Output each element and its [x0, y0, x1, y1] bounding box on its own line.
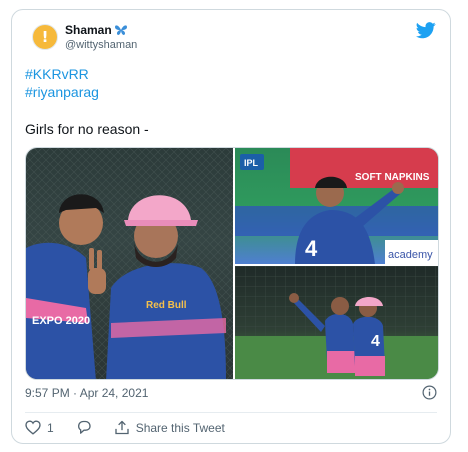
butterfly-icon: [114, 25, 127, 35]
photo-1-scene: EXPO 2020 Red Bull: [26, 148, 233, 379]
info-icon[interactable]: [422, 385, 437, 400]
avatar-glyph: !: [41, 28, 49, 46]
hashtag-link[interactable]: #KKRvRR: [25, 66, 89, 82]
photo-2-ipl-text: IPL: [244, 158, 259, 168]
photo-2[interactable]: SOFT NAPKINS IPL academy 4: [235, 148, 438, 264]
like-icon: [25, 420, 41, 435]
like-count: 1: [47, 420, 54, 435]
twitter-bird-icon[interactable]: [416, 22, 436, 39]
photo-1[interactable]: EXPO 2020 Red Bull: [26, 148, 233, 379]
media-grid: EXPO 2020 Red Bull SOFT NAPKINS IPL acad…: [25, 147, 439, 380]
share-label: Share this Tweet: [135, 420, 225, 435]
hashtag-link[interactable]: #riyanparag: [25, 84, 99, 100]
photo-2-jersey-number: 4: [305, 236, 318, 261]
photo-2-board2-text: academy: [388, 249, 433, 261]
photo-3-jersey-number: 4: [371, 333, 380, 350]
display-name[interactable]: Shaman: [65, 23, 112, 37]
share-button[interactable]: Share this Tweet: [114, 420, 225, 435]
photo-1-expo-text: EXPO 2020: [32, 315, 90, 327]
display-name-row[interactable]: Shaman: [65, 23, 137, 37]
divider: [25, 412, 437, 413]
share-icon: [115, 420, 129, 435]
user-info[interactable]: Shaman @wittyshaman: [65, 23, 137, 52]
tweet-timestamp[interactable]: 9:57 PM · Apr 24, 2021: [25, 386, 148, 400]
photo-2-board-text: SOFT NAPKINS: [355, 172, 430, 183]
tweet-card[interactable]: ! Shaman @wittyshaman #KKRvRR #riyanpara…: [11, 9, 451, 444]
photo-1-redbull-text: Red Bull: [146, 300, 187, 311]
photo-2-scene: SOFT NAPKINS IPL academy 4: [235, 148, 438, 264]
like-button[interactable]: 1: [25, 420, 54, 435]
user-handle[interactable]: @wittyshaman: [65, 38, 137, 52]
avatar[interactable]: !: [32, 24, 58, 50]
action-bar: 1 Share this Tweet: [25, 420, 247, 435]
photo-3[interactable]: 4: [235, 266, 438, 379]
reply-icon: [77, 420, 91, 434]
tweet-text: Girls for no reason -: [25, 121, 149, 137]
reply-button[interactable]: [76, 420, 92, 435]
photo-3-scene: 4: [235, 266, 438, 379]
